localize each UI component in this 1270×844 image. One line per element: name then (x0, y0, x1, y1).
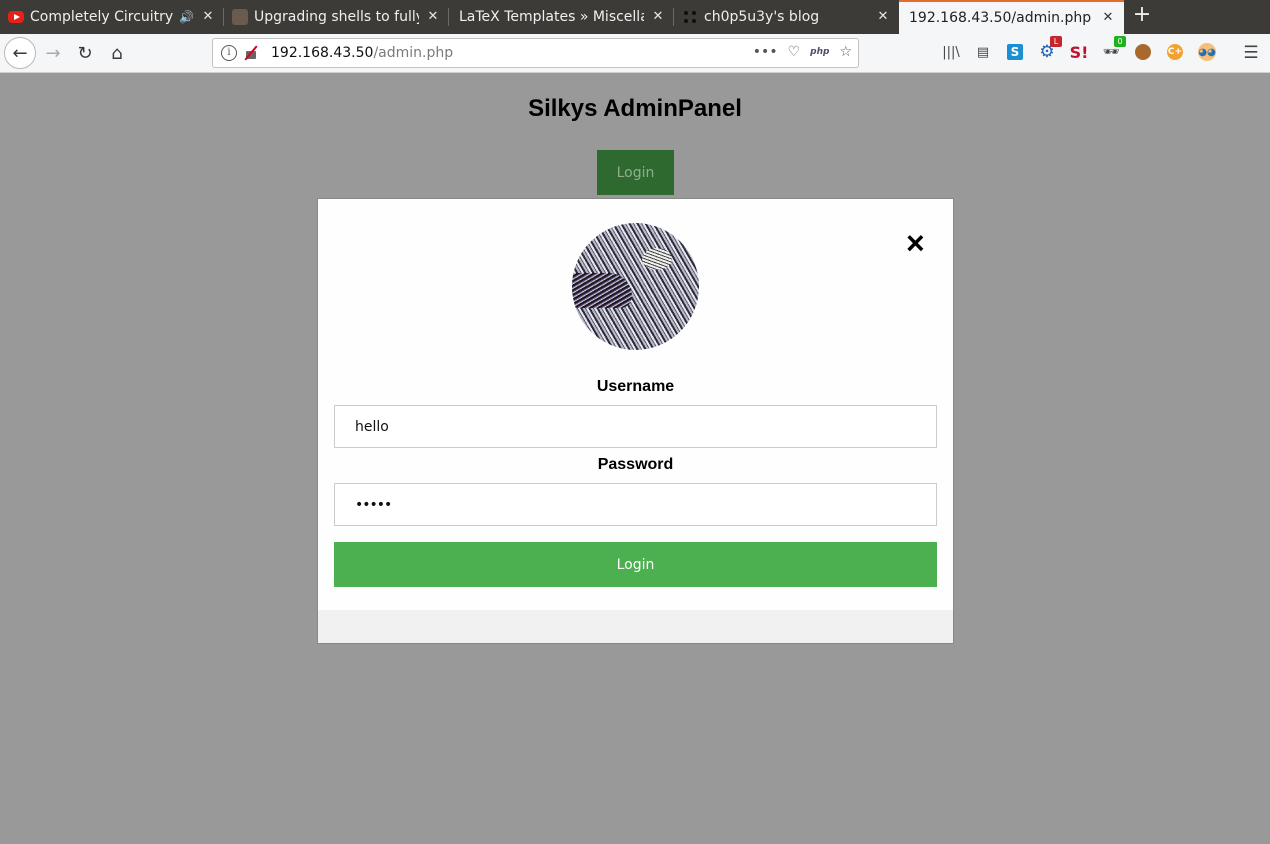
username-field[interactable] (334, 405, 937, 448)
pocket-icon[interactable]: ♡ (788, 44, 801, 60)
username-label: Username (596, 378, 675, 395)
bookmark-star-icon[interactable]: ☆ (839, 44, 852, 60)
badge-count: 0 (1114, 36, 1126, 47)
spy-extension-icon[interactable]: 🕶 0 (1100, 36, 1126, 63)
info-icon[interactable]: i (221, 45, 237, 61)
speaker-icon[interactable]: 🔊 (179, 10, 194, 24)
url-bar[interactable]: i 192.168.43.50/admin.php ••• ♡ php ☆ (212, 38, 859, 68)
php-icon[interactable]: php (810, 47, 829, 57)
tab-title: Completely Circuitry - (30, 9, 176, 25)
tab-latex-templates[interactable]: LaTeX Templates » Miscellan ✕ (449, 0, 674, 34)
tab-title: LaTeX Templates » Miscellan (459, 9, 644, 25)
new-tab-button[interactable]: + (1130, 4, 1154, 28)
s-extension-icon: S (1007, 44, 1023, 60)
tab-admin-php[interactable]: 192.168.43.50/admin.php ✕ (899, 0, 1124, 34)
close-tab-icon[interactable]: ✕ (1100, 10, 1116, 26)
close-icon[interactable]: × (906, 227, 925, 259)
reload-icon: ↻ (77, 42, 93, 64)
tab-upgrading-shells[interactable]: Upgrading shells to fully ✕ (224, 0, 449, 34)
reload-button[interactable]: ↻ (70, 38, 100, 68)
close-tab-icon[interactable]: ✕ (650, 9, 666, 25)
login-submit-button[interactable]: Login (334, 542, 937, 587)
face-icon: ◕◕ (1198, 43, 1216, 61)
close-tab-icon[interactable]: ✕ (200, 9, 216, 25)
back-button[interactable]: ← (4, 37, 36, 69)
sidebar-icon[interactable]: ▤ (972, 41, 994, 63)
insecure-lock-icon[interactable] (243, 45, 259, 61)
hamburger-menu-icon[interactable]: ☰ (1240, 42, 1262, 64)
tab-youtube[interactable]: Completely Circuitry - 🔊 ✕ (0, 0, 224, 34)
arrow-left-icon: ← (12, 42, 28, 64)
close-tab-icon[interactable]: ✕ (875, 9, 891, 25)
cookie-icon (1135, 44, 1151, 60)
library-icon[interactable]: |||\ (940, 41, 962, 63)
tab-blog[interactable]: ch0p5u3y's blog ✕ (674, 0, 899, 34)
toolbar-extensions: |||\ ▤ S ⚙ L S! 🕶 0 C+ ◕◕ (940, 36, 1218, 63)
cplus-button[interactable]: C+ (1164, 41, 1186, 63)
face-button[interactable]: ◕◕ (1196, 41, 1218, 63)
page-title: Silkys AdminPanel (528, 95, 742, 122)
dots-icon (682, 9, 698, 25)
home-icon: ⌂ (111, 42, 123, 64)
badge-count: L (1050, 36, 1062, 47)
navigation-bar: ← → ↻ ⌂ i 192.168.43.50/admin.php ••• ♡ … (0, 34, 1270, 73)
avatar (572, 223, 699, 350)
s-red-extension-icon[interactable]: S! (1068, 41, 1090, 63)
extension-s-button[interactable]: S (1004, 41, 1026, 63)
home-button[interactable]: ⌂ (102, 38, 132, 68)
login-modal: × Username Password Login (317, 198, 954, 644)
url-host: 192.168.43.50 (271, 45, 374, 61)
cookie-button[interactable] (1132, 41, 1154, 63)
forward-button[interactable]: → (38, 38, 68, 68)
url-path: /admin.php (373, 45, 454, 61)
modal-footer (318, 610, 953, 643)
tab-strip: Completely Circuitry - 🔊 ✕ Upgrading she… (0, 0, 1270, 34)
gear-extension-icon[interactable]: ⚙ L (1036, 36, 1062, 63)
password-label: Password (597, 456, 674, 473)
tab-title: Upgrading shells to fully (254, 9, 419, 25)
password-field[interactable] (334, 483, 937, 526)
close-tab-icon[interactable]: ✕ (425, 9, 441, 25)
open-login-button[interactable]: Login (597, 150, 674, 195)
arrow-right-icon: → (45, 42, 61, 64)
tab-title: ch0p5u3y's blog (704, 9, 820, 25)
cplus-icon: C+ (1167, 44, 1183, 60)
page-actions-icon[interactable]: ••• (753, 44, 778, 60)
avatar-icon (232, 9, 248, 25)
youtube-icon (8, 11, 24, 23)
tab-title: 192.168.43.50/admin.php (909, 10, 1092, 26)
